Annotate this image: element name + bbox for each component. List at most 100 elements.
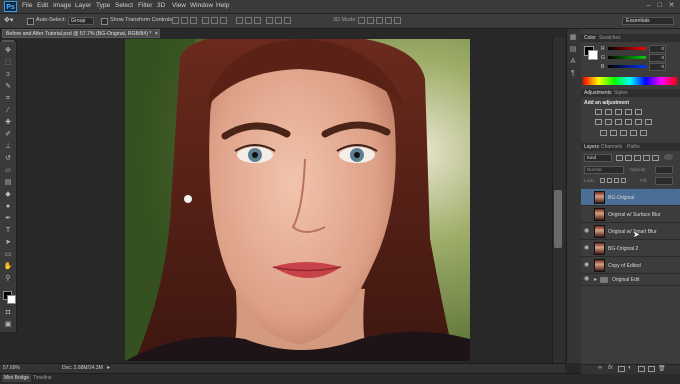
crop-tool-icon[interactable]: ⌗ <box>3 95 13 103</box>
link-layers-icon[interactable]: ∞ <box>598 365 602 371</box>
menu-file[interactable]: File <box>22 2 32 9</box>
toolbar-grip[interactable] <box>2 40 14 42</box>
move-tool-icon[interactable]: ✥ <box>3 47 13 55</box>
align-right-icon[interactable] <box>220 17 227 24</box>
3d-rotate-icon[interactable] <box>358 17 365 24</box>
tab-adjustments[interactable]: Adjustments <box>584 90 612 96</box>
close-tab-icon[interactable]: × <box>155 31 158 37</box>
new-adjustment-icon[interactable]: ◐ <box>628 365 632 371</box>
tab-swatches[interactable]: Swatches <box>599 35 621 41</box>
menu-window[interactable]: Window <box>190 2 213 9</box>
distribute-right-icon[interactable] <box>284 17 291 24</box>
menu-select[interactable]: Select <box>115 2 133 9</box>
clone-stamp-tool-icon[interactable]: ⊥ <box>3 143 13 151</box>
screen-mode-icon[interactable]: ▣ <box>3 321 13 329</box>
tab-color[interactable]: Color <box>584 35 596 41</box>
history-panel-icon[interactable]: ▦ <box>569 34 577 42</box>
channel-mixer-icon[interactable] <box>635 119 642 125</box>
tab-mini-bridge[interactable]: Mini Bridge <box>2 374 32 382</box>
3d-scale-icon[interactable] <box>394 17 401 24</box>
selective-color-icon[interactable] <box>640 130 647 136</box>
blue-slider[interactable] <box>608 65 646 68</box>
photo-filter-icon[interactable] <box>625 119 632 125</box>
rectangle-tool-icon[interactable]: ▭ <box>3 251 13 259</box>
red-slider[interactable] <box>608 47 646 50</box>
lock-image-icon[interactable] <box>607 178 612 183</box>
curves-icon[interactable] <box>615 109 622 115</box>
expand-arrow-icon[interactable]: ▸ <box>594 276 597 283</box>
status-menu-arrow-icon[interactable]: ▸ <box>107 364 110 371</box>
menu-filter[interactable]: Filter <box>138 2 152 9</box>
visibility-eye-icon[interactable]: ◉ <box>584 228 590 234</box>
red-value[interactable]: 0 <box>649 45 666 53</box>
tab-paths[interactable]: Paths <box>627 144 640 150</box>
visibility-eye-icon[interactable]: ◉ <box>584 262 590 268</box>
filter-pixel-icon[interactable] <box>616 155 623 161</box>
brightness-contrast-icon[interactable] <box>595 109 602 115</box>
auto-select-checkbox[interactable] <box>27 18 34 25</box>
posterize-icon[interactable] <box>610 130 617 136</box>
filter-kind-dropdown[interactable]: Kind <box>584 154 612 162</box>
exposure-icon[interactable] <box>625 109 632 115</box>
menu-help[interactable]: Help <box>216 2 229 9</box>
visibility-eye-icon[interactable]: ◉ <box>584 276 590 282</box>
character-panel-icon[interactable]: A <box>569 58 577 66</box>
pen-tool-icon[interactable]: ✒ <box>3 215 13 223</box>
show-transform-checkbox[interactable] <box>101 18 108 25</box>
quick-mask-icon[interactable]: ◘ <box>3 309 13 317</box>
trash-icon[interactable]: 🗑 <box>658 365 666 372</box>
distribute-bottom-icon[interactable] <box>254 17 261 24</box>
black-white-icon[interactable] <box>615 119 622 125</box>
layer-group-name[interactable]: Original Edit <box>612 277 639 283</box>
align-vcenter-icon[interactable] <box>181 17 188 24</box>
tab-layers[interactable]: Layers <box>584 144 599 150</box>
quick-select-tool-icon[interactable]: ✎ <box>3 83 13 91</box>
workspace-dropdown[interactable]: Essentials <box>622 17 674 25</box>
path-selection-tool-icon[interactable]: ➤ <box>3 239 13 247</box>
new-group-icon[interactable] <box>638 366 645 372</box>
blue-value[interactable]: 0 <box>649 63 666 71</box>
lock-transparency-icon[interactable] <box>600 178 605 183</box>
filter-type-icon[interactable] <box>634 155 641 161</box>
history-brush-tool-icon[interactable]: ↺ <box>3 155 13 163</box>
distribute-top-icon[interactable] <box>236 17 243 24</box>
tab-channels[interactable]: Channels <box>601 144 622 150</box>
align-left-icon[interactable] <box>202 17 209 24</box>
marquee-tool-icon[interactable]: ⬚ <box>3 59 13 67</box>
layer-name[interactable]: BG-Original <box>608 195 634 201</box>
distribute-vcenter-icon[interactable] <box>245 17 252 24</box>
threshold-icon[interactable] <box>620 130 627 136</box>
maximize-icon[interactable]: □ <box>655 2 664 10</box>
paragraph-panel-icon[interactable]: ¶ <box>569 70 577 78</box>
close-window-icon[interactable]: ✕ <box>667 2 676 10</box>
green-slider[interactable] <box>608 56 646 59</box>
lock-position-icon[interactable] <box>614 178 619 183</box>
align-top-icon[interactable] <box>172 17 179 24</box>
properties-panel-icon[interactable]: ▤ <box>569 46 577 54</box>
add-mask-icon[interactable] <box>618 366 625 372</box>
tab-styles[interactable]: Styles <box>614 90 628 96</box>
hue-saturation-icon[interactable] <box>595 119 602 125</box>
brush-tool-icon[interactable]: ✐ <box>3 131 13 139</box>
layer-style-icon[interactable]: fx <box>608 365 613 371</box>
color-spectrum-ramp[interactable] <box>583 77 677 85</box>
tab-timeline[interactable]: Timeline <box>33 374 52 382</box>
3d-roll-icon[interactable] <box>367 17 374 24</box>
color-lookup-icon[interactable] <box>645 119 652 125</box>
invert-icon[interactable] <box>600 130 607 136</box>
eyedropper-tool-icon[interactable]: ⁄ <box>3 107 13 115</box>
background-color-swatch[interactable] <box>7 295 16 304</box>
layer-name[interactable]: Original w/ Surface Blur <box>608 212 661 218</box>
filter-adjustment-icon[interactable] <box>625 155 632 161</box>
menu-view[interactable]: View <box>172 2 186 9</box>
fill-field[interactable] <box>655 177 673 185</box>
filter-toggle[interactable] <box>664 154 673 160</box>
lasso-tool-icon[interactable]: ↄ <box>3 71 13 79</box>
portrait-photo[interactable] <box>125 39 470 361</box>
auto-select-dropdown[interactable]: Group <box>68 17 94 25</box>
3d-slide-icon[interactable] <box>385 17 392 24</box>
type-tool-icon[interactable]: T <box>3 227 13 235</box>
document-tab[interactable]: Before and After Tutorial.psd @ 57.7% (B… <box>2 29 160 38</box>
distribute-left-icon[interactable] <box>266 17 273 24</box>
levels-icon[interactable] <box>605 109 612 115</box>
